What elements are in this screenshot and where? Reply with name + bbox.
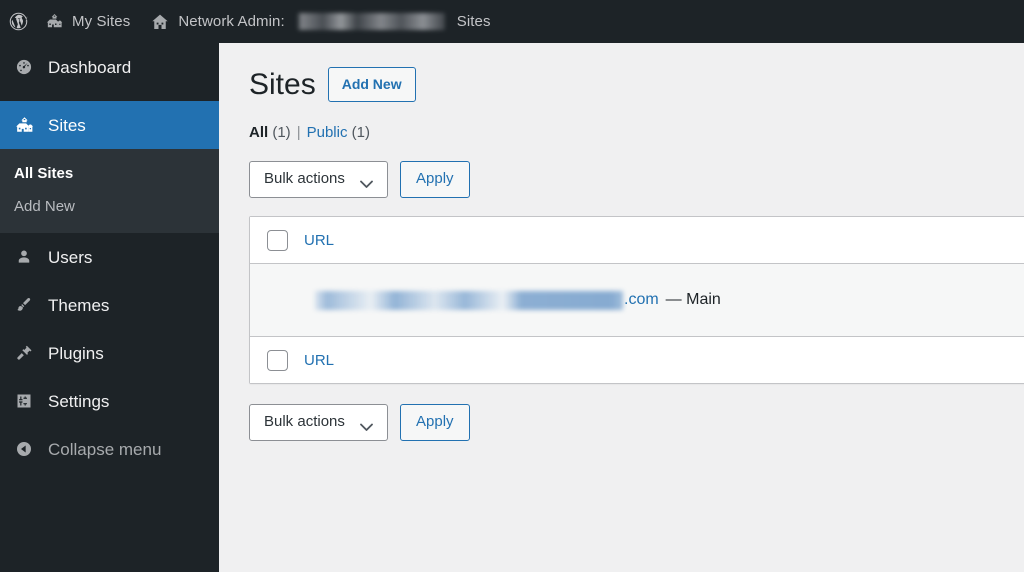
dashboard-icon xyxy=(14,57,46,77)
select-all-checkbox-bottom[interactable] xyxy=(266,349,288,371)
add-new-site-button[interactable]: Add New xyxy=(327,66,416,103)
my-sites-menu[interactable]: My Sites xyxy=(35,0,140,43)
bulk-actions-top-wrap: Bulk actions xyxy=(249,161,388,198)
sidebar-item-sites-label: Sites xyxy=(48,115,86,135)
apply-button-bottom[interactable]: Apply xyxy=(400,404,470,441)
tablenav-bottom: Bulk actions Apply xyxy=(249,404,1024,441)
admin-bar: My Sites Network Admin: Sites xyxy=(0,0,1024,43)
network-admin-site-name-redacted xyxy=(296,13,445,30)
wordpress-logo-menu[interactable] xyxy=(0,0,35,43)
bulk-actions-select-top[interactable]: Bulk actions xyxy=(249,161,388,198)
sidebar-item-sites[interactable]: Sites xyxy=(0,101,227,149)
table-header-row: URL xyxy=(250,217,1024,263)
main-content-area: Sites Add New All (1) | Public (1) Bulk ac… xyxy=(219,43,1024,572)
network-admin-prefix: Network Admin: xyxy=(178,13,285,30)
site-main-badge: — Main xyxy=(665,291,721,308)
site-url-redacted xyxy=(315,290,623,310)
sidebar-item-settings-label: Settings xyxy=(48,391,110,411)
settings-icon xyxy=(14,391,46,411)
sidebar-submenu-sites: All Sites Add New xyxy=(0,149,219,233)
my-sites-label: My Sites xyxy=(72,13,131,30)
wordpress-logo-icon xyxy=(8,11,29,32)
multisite-icon xyxy=(45,12,64,31)
column-header-url-bottom[interactable]: URL xyxy=(304,352,334,369)
table-footer-row: URL xyxy=(250,337,1024,383)
network-admin-suffix: Sites xyxy=(456,13,491,30)
filter-all-count: (1) xyxy=(272,124,291,141)
page-wrap: Sites Add New All (1) | Public (1) Bulk ac… xyxy=(219,43,1024,441)
select-all-footer-cell xyxy=(250,349,304,371)
sidebar-item-dashboard-label: Dashboard xyxy=(48,57,132,77)
filter-all-label: All xyxy=(249,124,269,141)
page-title: Sites xyxy=(249,68,316,101)
sidebar-subitem-all-sites[interactable]: All Sites xyxy=(0,157,219,190)
bulk-actions-select-bottom[interactable]: Bulk actions xyxy=(249,404,388,441)
sidebar-item-users-label: Users xyxy=(48,247,93,267)
sidebar-item-dashboard[interactable]: Dashboard xyxy=(0,43,219,91)
site-url-cell: .com — Main xyxy=(304,290,721,310)
select-all-header-cell xyxy=(250,229,304,251)
sidebar-item-plugins[interactable]: Plugins xyxy=(0,329,219,377)
page-header: Sites Add New xyxy=(249,65,1024,104)
sidebar-item-settings[interactable]: Settings xyxy=(0,377,219,425)
filter-all[interactable]: All (1) xyxy=(249,124,291,141)
sidebar-item-users[interactable]: Users xyxy=(0,233,219,281)
bulk-actions-bottom-wrap: Bulk actions xyxy=(249,404,388,441)
sidebar-item-collapse-menu-label: Collapse menu xyxy=(48,439,162,459)
site-url-tld[interactable]: .com xyxy=(624,291,659,309)
status-filter-links: All (1) | Public (1) xyxy=(249,124,1024,141)
table-row: .com — Main xyxy=(250,263,1024,337)
filter-public-link[interactable]: Public xyxy=(307,124,348,141)
select-all-checkbox-top[interactable] xyxy=(266,229,288,251)
apply-button-top[interactable]: Apply xyxy=(400,161,470,198)
sidebar-item-collapse-menu[interactable]: Collapse menu xyxy=(0,425,219,473)
network-admin-menu[interactable]: Network Admin: Sites xyxy=(140,0,500,43)
sidebar-separator xyxy=(0,91,219,101)
sites-list-table: URL .com — Main URL xyxy=(249,216,1024,384)
users-icon xyxy=(14,247,46,267)
themes-icon xyxy=(14,295,46,315)
filter-public[interactable]: Public (1) xyxy=(307,124,370,141)
tablenav-top: Bulk actions Apply xyxy=(249,161,1024,198)
sites-icon xyxy=(14,115,46,136)
filter-public-count: (1) xyxy=(351,124,370,141)
sidebar-item-plugins-label: Plugins xyxy=(48,343,104,363)
admin-sidebar-menu: Dashboard Sites All Sites Add New Users xyxy=(0,43,227,572)
sidebar-item-themes[interactable]: Themes xyxy=(0,281,219,329)
sidebar-subitem-add-new[interactable]: Add New xyxy=(0,190,219,223)
column-header-url-top[interactable]: URL xyxy=(304,232,334,249)
plugins-icon xyxy=(14,343,46,363)
collapse-icon xyxy=(14,439,46,459)
filter-separator: | xyxy=(296,124,301,141)
home-icon xyxy=(150,12,170,32)
sidebar-item-themes-label: Themes xyxy=(48,295,110,315)
